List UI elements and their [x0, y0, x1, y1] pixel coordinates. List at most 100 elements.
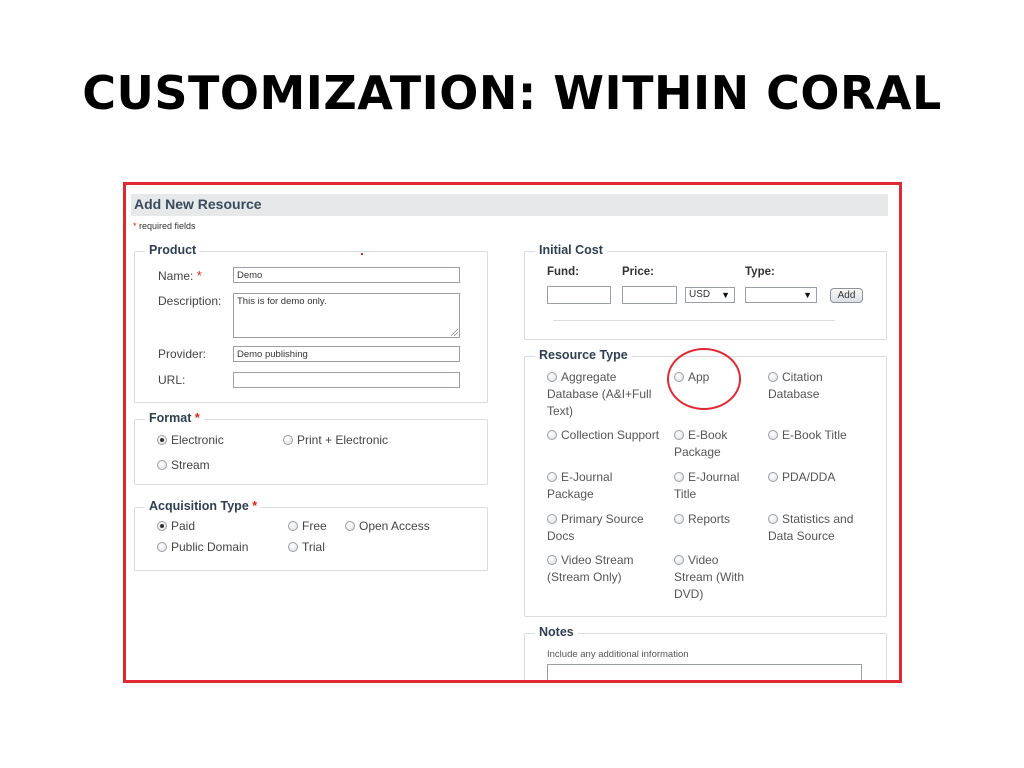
radio-icon[interactable] [674, 555, 684, 565]
provider-input[interactable]: Demo publishing [233, 346, 460, 362]
radio-checked-icon[interactable] [157, 435, 167, 445]
notes-textarea[interactable] [547, 664, 862, 680]
resource-type-option-label: Aggregate Database (A&I+Full Text) [547, 370, 652, 418]
radio-icon[interactable] [547, 430, 557, 440]
dropdown-arrow-icon: ▼ [803, 290, 812, 300]
slide-title: CUSTOMIZATION: WITHIN CORAL [82, 66, 942, 120]
radio-icon[interactable] [768, 430, 778, 440]
description-label: Description: [158, 294, 222, 308]
dropdown-arrow-icon: ▼ [721, 290, 730, 300]
format-option-electronic[interactable]: Electronic [157, 432, 224, 449]
resource-type-option-ebook-title[interactable]: E-Book Title [768, 427, 868, 444]
format-legend: Format * [145, 411, 204, 425]
url-label: URL: [158, 373, 186, 387]
form-title: Add New Resource [134, 196, 262, 212]
price-input[interactable] [622, 286, 677, 304]
format-legend-text: Format [149, 411, 192, 425]
description-value: This is for demo only. [237, 296, 327, 307]
resource-type-option-ejournal-title[interactable]: E-Journal Title [674, 469, 758, 503]
acquisition-legend-text: Acquisition Type [149, 499, 249, 513]
provider-label: Provider: [158, 347, 207, 361]
acquisition-option-public-domain[interactable]: Public Domain [157, 539, 248, 556]
acquisition-option-paid[interactable]: Paid [157, 518, 195, 535]
format-option-label: Electronic [171, 433, 224, 447]
description-textarea[interactable]: This is for demo only. [233, 293, 460, 338]
radio-icon[interactable] [547, 555, 557, 565]
acquisition-option-open-access[interactable]: Open Access [345, 518, 430, 535]
resource-type-option-label: E-Book Title [782, 428, 847, 442]
cost-type-select[interactable]: ▼ [745, 287, 817, 303]
format-option-label: Print + Electronic [297, 433, 389, 447]
notes-legend: Notes [535, 625, 578, 639]
radio-icon[interactable] [547, 372, 557, 382]
format-option-label: Stream [171, 458, 210, 472]
resource-type-option-aggregate-database[interactable]: Aggregate Database (A&I+Full Text) [547, 369, 665, 420]
acquisition-fieldset: Acquisition Type * Paid Free Open Access… [134, 499, 488, 571]
radio-icon[interactable] [674, 472, 684, 482]
product-fieldset: Product Name: * Demo Description: This i… [134, 243, 488, 403]
format-fieldset: Format * Electronic Print + Electronic S… [134, 411, 488, 485]
radio-icon[interactable] [768, 472, 778, 482]
radio-icon[interactable] [157, 460, 167, 470]
annotation-circle [667, 348, 741, 410]
resource-type-option-primary-source-docs[interactable]: Primary Source Docs [547, 511, 665, 545]
radio-icon[interactable] [345, 521, 355, 531]
resource-type-option-ejournal-package[interactable]: E-Journal Package [547, 469, 647, 503]
name-label: Name: * [158, 268, 202, 283]
resource-type-option-label: Primary Source Docs [547, 512, 644, 543]
resource-type-option-video-stream-dvd[interactable]: Video Stream (With DVD) [674, 552, 758, 603]
resource-type-option-pda-dda[interactable]: PDA/DDA [768, 469, 868, 486]
radio-checked-icon[interactable] [157, 521, 167, 531]
initial-cost-fieldset: Initial Cost Fund: Price: Type: USD ▼ ▼ … [524, 243, 887, 340]
resource-type-option-ebook-package[interactable]: E-Book Package [674, 427, 758, 461]
radio-icon[interactable] [674, 514, 684, 524]
url-input[interactable] [233, 372, 460, 388]
add-cost-button[interactable]: Add [830, 288, 863, 303]
notes-hint: Include any additional information [547, 649, 689, 660]
notes-fieldset: Notes Include any additional information [524, 625, 887, 680]
format-option-stream[interactable]: Stream [157, 457, 210, 474]
radio-icon[interactable] [288, 521, 298, 531]
resource-type-option-label: Statistics and Data Source [768, 512, 854, 543]
fund-input[interactable] [547, 286, 611, 304]
cost-separator [553, 320, 835, 321]
annotation-dot [361, 253, 363, 255]
radio-icon[interactable] [547, 514, 557, 524]
name-input[interactable]: Demo [233, 267, 460, 283]
resource-type-legend: Resource Type [535, 348, 632, 362]
form-header: Add New Resource [131, 194, 888, 216]
radio-icon[interactable] [547, 472, 557, 482]
acquisition-option-label: Public Domain [171, 540, 249, 554]
resize-handle-icon[interactable] [451, 329, 458, 336]
resource-type-option-label: PDA/DDA [782, 470, 836, 484]
acquisition-option-label: Open Access [359, 519, 430, 533]
acquisition-option-trial[interactable]: Trial [288, 539, 325, 556]
radio-icon[interactable] [283, 435, 293, 445]
resource-type-option-video-stream-only[interactable]: Video Stream (Stream Only) [547, 552, 665, 586]
initial-cost-legend: Initial Cost [535, 243, 607, 257]
acquisition-option-label: Free [302, 519, 327, 533]
required-fields-note: * required fields [133, 221, 196, 231]
name-label-text: Name: [158, 269, 194, 283]
resource-type-option-label: Collection Support [561, 428, 660, 442]
acquisition-option-label: Trial [302, 540, 325, 554]
resource-type-option-label: Reports [688, 512, 731, 526]
format-option-print-electronic[interactable]: Print + Electronic [283, 432, 388, 449]
resource-type-option-collection-support[interactable]: Collection Support [547, 427, 672, 444]
acquisition-option-free[interactable]: Free [288, 518, 327, 535]
resource-type-option-citation-database[interactable]: Citation Database [768, 369, 868, 403]
resource-type-option-reports[interactable]: Reports [674, 511, 758, 528]
product-legend: Product [145, 243, 201, 257]
currency-select[interactable]: USD ▼ [685, 287, 735, 303]
radio-icon[interactable] [157, 542, 167, 552]
format-required-star: * [194, 411, 200, 425]
acquisition-required-star: * [252, 499, 258, 513]
price-label: Price: [622, 266, 654, 278]
resource-type-option-statistics-data-source[interactable]: Statistics and Data Source [768, 511, 868, 545]
radio-icon[interactable] [288, 542, 298, 552]
currency-value: USD [689, 289, 711, 300]
radio-icon[interactable] [768, 372, 778, 382]
radio-icon[interactable] [674, 430, 684, 440]
name-required-star: * [196, 268, 202, 283]
radio-icon[interactable] [768, 514, 778, 524]
